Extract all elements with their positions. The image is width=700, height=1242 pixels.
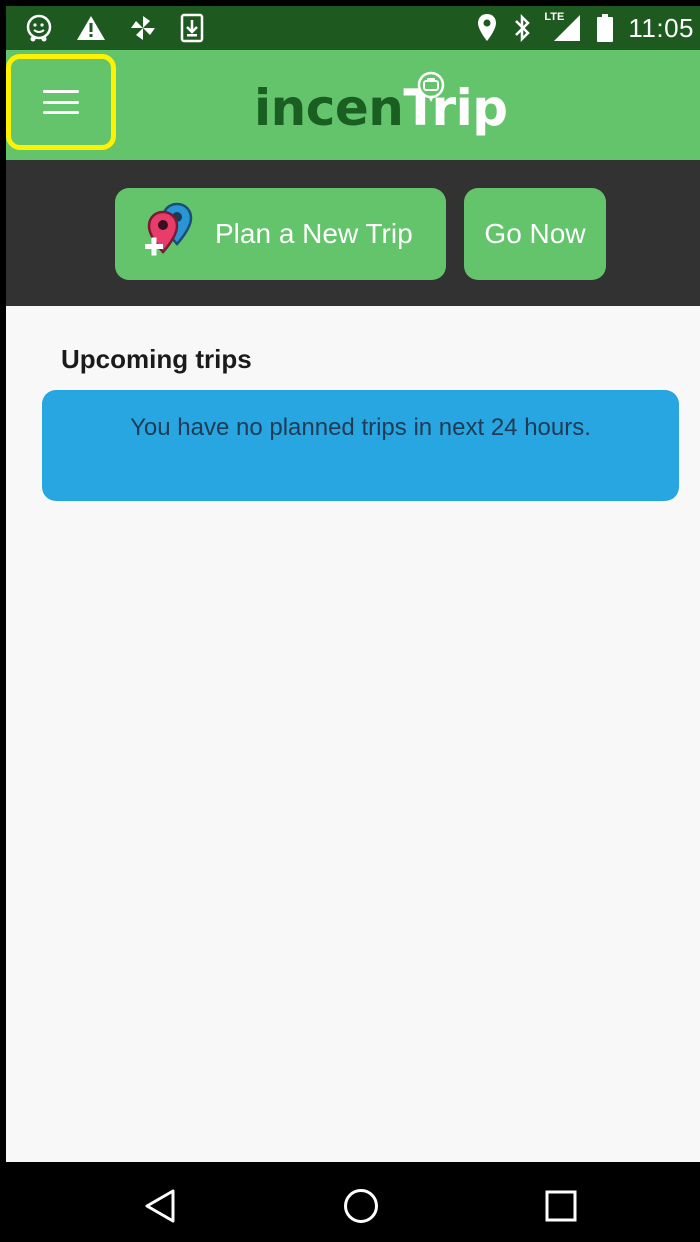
waze-icon	[24, 13, 54, 43]
map-pins-add-icon	[141, 200, 201, 269]
lte-signal-icon: LTE	[544, 11, 582, 43]
battery-icon	[596, 13, 614, 43]
recents-button[interactable]	[541, 1186, 581, 1226]
go-now-button[interactable]: Go Now	[464, 188, 606, 280]
app-frame: LTE 11:05 incenTrip Plan a New Trip Go N…	[0, 0, 700, 1242]
plan-new-trip-label: Plan a New Trip	[215, 218, 413, 249]
system-nav-bar	[6, 1162, 700, 1236]
upcoming-trips-heading: Upcoming trips	[61, 344, 252, 374]
app-logo: incenTrip	[254, 71, 508, 138]
go-now-label: Go Now	[484, 218, 586, 249]
status-bar: LTE 11:05	[6, 6, 700, 50]
menu-button[interactable]	[6, 54, 116, 150]
no-trips-message: You have no planned trips in next 24 hou…	[130, 414, 591, 441]
status-time: 11:05	[628, 12, 694, 43]
pinwheel-icon	[128, 13, 158, 43]
back-triangle-icon	[145, 1189, 175, 1223]
download-icon	[180, 13, 204, 43]
app-bar: incenTrip	[6, 50, 700, 160]
home-circle-icon	[344, 1189, 378, 1223]
lte-label: LTE	[544, 11, 565, 23]
logo-bubble-icon	[416, 56, 446, 116]
hamburger-menu-icon	[43, 90, 79, 114]
back-button[interactable]	[140, 1186, 180, 1226]
main-content: Upcoming trips You have no planned trips…	[6, 306, 700, 1162]
plan-new-trip-button[interactable]: Plan a New Trip	[115, 188, 446, 280]
bluetooth-icon	[512, 13, 532, 43]
action-strip: Plan a New Trip Go Now	[6, 160, 700, 306]
recents-square-icon	[545, 1190, 577, 1222]
home-button[interactable]	[341, 1186, 381, 1226]
warning-icon	[76, 14, 106, 42]
logo-text-incen: incen	[254, 79, 404, 137]
location-icon	[476, 13, 498, 43]
no-trips-card: You have no planned trips in next 24 hou…	[42, 390, 679, 501]
